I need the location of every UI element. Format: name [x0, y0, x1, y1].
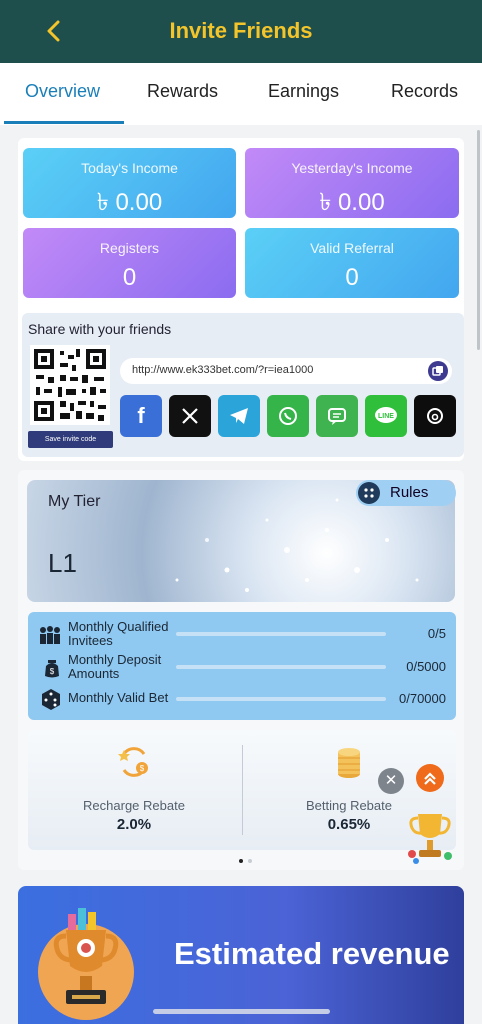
- share-threads-button[interactable]: [414, 395, 456, 437]
- invitees-value: 0/5: [427, 626, 446, 641]
- valid-referral-card: Valid Referral 0: [245, 228, 459, 298]
- tier-title: My Tier: [48, 493, 101, 510]
- facebook-icon: f: [137, 403, 145, 428]
- registers-label: Registers: [99, 240, 160, 256]
- recharge-rebate-label: Recharge Rebate: [83, 798, 185, 813]
- qr-code: [30, 345, 110, 425]
- deposit-value: 0/5000: [406, 659, 446, 674]
- dice-icon: [38, 686, 64, 710]
- header-bar: Invite Friends: [0, 0, 482, 63]
- invitees-label-line2: Invitees: [68, 633, 113, 648]
- rules-button[interactable]: Rules: [356, 480, 456, 506]
- todays-income-value: ৳ 0.00: [96, 189, 163, 216]
- deposit-label-line1: Monthly Deposit: [68, 652, 162, 667]
- home-indicator: [153, 1009, 330, 1014]
- yesterdays-income-label: Yesterday's Income: [291, 160, 413, 176]
- share-facebook-button[interactable]: f: [120, 395, 162, 437]
- tier-level: L1: [48, 548, 77, 578]
- recharge-rebate-value: 2.0%: [116, 816, 152, 833]
- revenue-trophy-icon: [38, 908, 134, 1020]
- tab-overview[interactable]: Overview: [25, 81, 100, 102]
- scrollbar[interactable]: [477, 130, 480, 350]
- valid-referral-label: Valid Referral: [310, 240, 394, 256]
- line-icon: LINE: [375, 407, 397, 423]
- share-section: Share with your friends Save invite code…: [22, 313, 464, 457]
- valid-bet-label: Monthly Valid Bet: [68, 691, 168, 705]
- scroll-top-button[interactable]: [416, 764, 444, 792]
- rebate-divider: [242, 745, 243, 835]
- tab-rewards[interactable]: Rewards: [147, 81, 218, 102]
- share-x-button[interactable]: [169, 395, 211, 437]
- share-sms-button[interactable]: [316, 395, 358, 437]
- deposit-label: Monthly Deposit Amounts: [68, 653, 161, 681]
- invitees-label-line1: Monthly Qualified: [68, 619, 169, 634]
- share-telegram-button[interactable]: [218, 395, 260, 437]
- save-invite-code-button[interactable]: Save invite code: [28, 431, 113, 448]
- yesterdays-income-card: Yesterday's Income ৳ 0.00: [245, 148, 459, 218]
- valid-bet-value: 0/70000: [399, 691, 446, 706]
- svg-text:LINE: LINE: [378, 413, 394, 420]
- close-icon: ✕: [384, 772, 398, 789]
- invitees-label: Monthly Qualified Invitees: [68, 620, 168, 648]
- close-float-button[interactable]: ✕: [378, 768, 404, 794]
- share-whatsapp-button[interactable]: [267, 395, 309, 437]
- registers-value: 0: [122, 264, 137, 291]
- threads-icon: [427, 408, 443, 424]
- invite-link-text: http://www.ek333bet.com/?r=iea1000: [132, 364, 314, 376]
- registers-card: Registers 0: [23, 228, 236, 298]
- coins-icon: [334, 744, 364, 780]
- share-title: Share with your friends: [28, 321, 172, 337]
- deposit-label-line2: Amounts: [68, 666, 120, 681]
- trophy-float-button[interactable]: [404, 806, 456, 866]
- copy-icon: [432, 366, 443, 376]
- trophy-icon: [408, 814, 452, 864]
- share-line-button[interactable]: LINE: [365, 395, 407, 437]
- rules-label: Rules: [390, 484, 429, 501]
- carousel-dot[interactable]: [248, 859, 252, 863]
- x-logo-icon: [182, 408, 198, 424]
- valid-bet-label-line1: Monthly Valid Bet: [68, 690, 169, 705]
- banner-title: Estimated revenue: [174, 936, 450, 971]
- todays-income-label: Today's Income: [81, 160, 178, 176]
- deposit-icon: $: [40, 656, 66, 678]
- deposit-progress-track: [176, 665, 386, 669]
- svg-text:$: $: [140, 764, 145, 773]
- invitees-icon: [37, 624, 63, 646]
- invitees-progress-track: [176, 632, 386, 636]
- yesterdays-income-value: ৳ 0.00: [319, 189, 385, 216]
- telegram-icon: [230, 408, 248, 424]
- svg-text:$: $: [50, 667, 55, 676]
- recharge-rebate-icon: $: [116, 744, 152, 780]
- active-tab-indicator: [4, 121, 124, 124]
- tab-bar: Overview Rewards Earnings Records: [0, 63, 482, 125]
- valid-bet-progress-track: [176, 697, 386, 701]
- invite-link-field[interactable]: http://www.ek333bet.com/?r=iea1000: [120, 358, 452, 384]
- page-title: Invite Friends: [169, 18, 313, 43]
- qr-code-icon: [34, 349, 106, 421]
- copy-link-button[interactable]: [428, 361, 448, 381]
- double-chevron-up-icon: [424, 772, 436, 785]
- estimated-revenue-banner[interactable]: Estimated revenue: [18, 886, 464, 1024]
- carousel-dot-active[interactable]: [239, 859, 243, 863]
- tab-records[interactable]: Records: [391, 81, 458, 102]
- tab-earnings[interactable]: Earnings: [268, 81, 339, 102]
- rules-icon: [358, 482, 380, 504]
- message-icon: [328, 408, 346, 425]
- todays-income-card: Today's Income ৳ 0.00: [23, 148, 236, 218]
- valid-referral-value: 0: [345, 264, 359, 291]
- whatsapp-icon: [279, 407, 297, 425]
